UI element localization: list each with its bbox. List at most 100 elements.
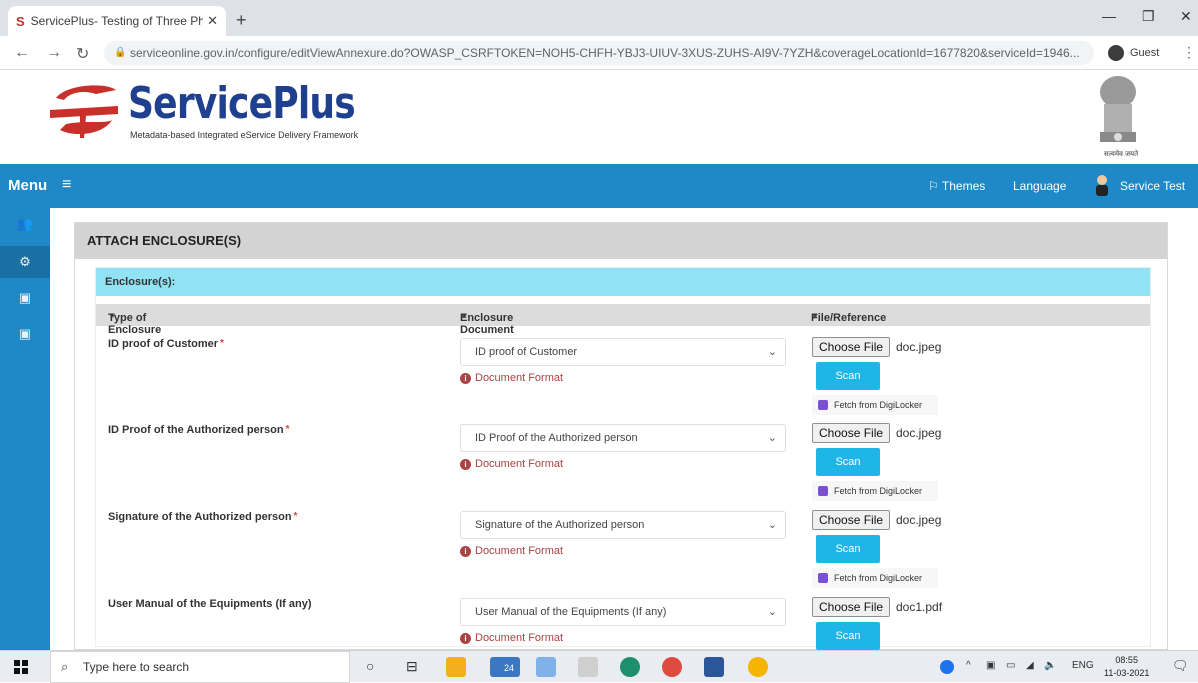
digilocker-button[interactable]: Fetch from DigiLocker — [812, 481, 938, 501]
site-header: ServicePlus Metadata-based Integrated eS… — [0, 70, 1198, 164]
taskbar-clock[interactable]: 08:55 11-03-2021 — [1104, 654, 1149, 680]
document-format-text: Document Format — [475, 372, 564, 384]
enclosure-document-select[interactable]: ID proof of Customer ⌄ — [460, 338, 786, 366]
required-mark: * — [220, 338, 224, 349]
minimize-icon[interactable]: — — [1102, 8, 1116, 24]
choose-file-button[interactable]: Choose File — [812, 423, 891, 443]
window-close-icon[interactable]: ✕ — [1180, 8, 1192, 25]
scan-button[interactable]: Scan — [816, 535, 880, 563]
search-placeholder: Type here to search — [83, 660, 190, 674]
document-format-link[interactable]: i Document Format — [460, 372, 563, 384]
document-format-link[interactable]: i Document Format — [460, 545, 563, 557]
choose-file-button[interactable]: Choose File — [812, 597, 891, 617]
user-name-link[interactable]: Service Test — [1120, 179, 1185, 193]
scan-button[interactable]: Scan — [816, 362, 880, 390]
browser-tabbar: S ServicePlus- Testing of Three Ph... ✕ … — [0, 0, 1198, 36]
browser-menu-icon[interactable]: ⋮ — [1182, 44, 1196, 61]
choose-file-button[interactable]: Choose File — [812, 510, 891, 530]
info-icon: i — [460, 546, 471, 557]
edge-icon[interactable] — [620, 657, 640, 677]
document-format-link[interactable]: i Document Format — [460, 458, 563, 470]
digilocker-button[interactable]: Fetch from DigiLocker — [812, 568, 938, 588]
battery-icon[interactable]: ▭ — [1006, 660, 1015, 671]
forward-icon[interactable]: → — [46, 44, 62, 62]
restore-icon[interactable]: ❐ — [1142, 8, 1155, 25]
chrome-active-icon[interactable] — [748, 657, 768, 677]
select-value: ID Proof of the Authorized person — [475, 432, 638, 444]
col-file-label: File/Reference — [811, 312, 887, 324]
enclosure-row: ID Proof of the Authorized person * ID Pr… — [96, 423, 1150, 510]
profile-label: Guest — [1130, 47, 1160, 59]
document-format-text: Document Format — [475, 632, 564, 644]
sidebar-card-icon[interactable]: ▣ — [15, 288, 35, 308]
lock-icon: 🔒 — [114, 47, 127, 58]
enclosure-label-text: ID Proof of the Authorized person — [108, 424, 284, 436]
mail-badge: 24 — [504, 663, 515, 673]
wifi-icon[interactable]: ◢ — [1026, 660, 1034, 671]
windows-taskbar: ⌕ Type here to search ○ ⊟ 24 ^ ▣ ▭ ◢ 🔈 E… — [0, 650, 1198, 683]
sidebar-users-icon[interactable]: 👥 — [15, 214, 35, 234]
reload-icon[interactable]: ↻ — [76, 44, 89, 64]
task-view-icon[interactable]: ⊟ — [406, 658, 418, 675]
cortana-icon[interactable]: ○ — [366, 658, 374, 674]
chevron-down-icon: ⌄ — [767, 432, 777, 444]
chevron-down-icon: ⌄ — [767, 606, 777, 618]
themes-link[interactable]: ⚐ Themes — [928, 179, 985, 193]
brand-name: ServicePlus — [128, 78, 356, 129]
enclosure-document-select[interactable]: Signature of the Authorized person ⌄ — [460, 511, 786, 539]
digilocker-icon — [818, 573, 828, 583]
digilocker-label: Fetch from DigiLocker — [834, 400, 923, 410]
tab-title: ServicePlus- Testing of Three Ph... — [30, 14, 204, 28]
enclosure-document-select[interactable]: ID Proof of the Authorized person ⌄ — [460, 424, 786, 452]
themes-label: Themes — [941, 179, 986, 193]
language-link[interactable]: Language — [1013, 179, 1066, 193]
url-text: serviceonline.gov.in/configure/editViewA… — [130, 46, 1080, 60]
digilocker-button[interactable]: Fetch from DigiLocker — [812, 395, 938, 415]
notification-icon[interactable]: 🗨 — [1172, 658, 1189, 674]
volume-icon[interactable]: 🔈 — [1044, 660, 1056, 671]
back-icon[interactable]: ← — [14, 44, 30, 62]
word-icon[interactable] — [704, 657, 724, 677]
brand-tagline: Metadata-based Integrated eService Deliv… — [130, 130, 359, 140]
help-icon[interactable] — [940, 660, 954, 674]
taskbar-search-input[interactable]: ⌕ Type here to search — [50, 651, 350, 683]
browser-tab[interactable]: S ServicePlus- Testing of Three Ph... ✕ — [8, 6, 226, 36]
required-mark: * — [293, 511, 298, 522]
enclosure-section: Enclosure(s): Type of Enclosure * Enclosu… — [95, 267, 1151, 650]
chevron-down-icon: ⌄ — [767, 519, 777, 531]
document-format-link[interactable]: i Document Format — [460, 632, 563, 644]
windows-start-icon[interactable] — [14, 660, 28, 674]
sidebar-card-icon-2[interactable]: ▣ — [15, 324, 35, 344]
tray-chevron-icon[interactable]: ^ — [966, 660, 971, 671]
enclosure-document-select[interactable]: User Manual of the Equipments (If any) ⌄ — [460, 598, 786, 626]
top-navigation: Menu ≡ ⚐ Themes Language Service Test — [0, 164, 1198, 208]
menu-label[interactable]: Menu — [8, 177, 47, 194]
profile-button[interactable]: Guest — [1108, 42, 1159, 64]
required-mark: * — [813, 312, 818, 324]
choose-file-button[interactable]: Choose File — [812, 337, 891, 357]
hamburger-icon[interactable]: ≡ — [62, 176, 71, 194]
select-value: ID proof of Customer — [475, 346, 578, 358]
required-mark: * — [285, 424, 290, 435]
enclosure-row: Signature of the Authorized person * Sign… — [96, 510, 1150, 597]
language-indicator[interactable]: ENG — [1072, 660, 1094, 671]
dropbox-icon[interactable] — [536, 657, 556, 677]
new-tab-button[interactable]: + — [236, 10, 247, 31]
serviceplus-favicon-icon: S — [16, 13, 25, 29]
url-field[interactable]: 🔒 serviceonline.gov.in/configure/editVie… — [104, 41, 1094, 65]
section-title: Enclosure(s): — [96, 268, 1150, 296]
scan-button[interactable]: Scan — [816, 622, 880, 650]
file-name: doc1.pdf — [896, 600, 943, 614]
required-mark: * — [110, 312, 115, 324]
chrome-icon[interactable] — [662, 657, 682, 677]
info-icon: i — [460, 373, 471, 384]
file-explorer-icon[interactable] — [446, 657, 466, 677]
mail-icon[interactable]: 24 — [490, 657, 520, 677]
scan-button[interactable]: Scan — [816, 448, 880, 476]
address-bar-row: ← → ↻ 🔒 serviceonline.gov.in/configure/e… — [0, 36, 1198, 70]
tab-close-icon[interactable]: ✕ — [207, 13, 218, 29]
sidebar-settings-icon[interactable]: ⚙ — [0, 246, 50, 278]
link-icon[interactable] — [578, 657, 598, 677]
tray-display-icon[interactable]: ▣ — [986, 660, 995, 671]
sidebar: 👥 ⚙ ▣ ▣ — [0, 208, 50, 650]
